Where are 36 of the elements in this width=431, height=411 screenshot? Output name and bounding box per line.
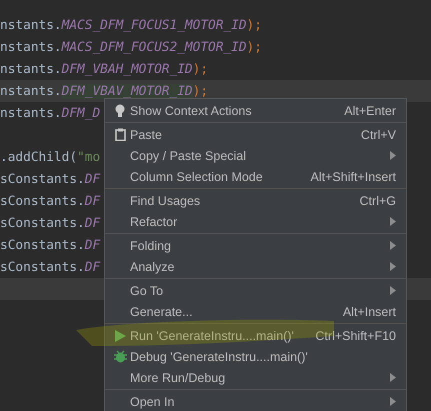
menu-item[interactable]: Find Usages Ctrl+G — [105, 190, 406, 211]
submenu-arrow-icon — [390, 397, 396, 406]
menu-item[interactable]: Paste Ctrl+V — [105, 124, 406, 145]
menu-item[interactable]: Debug 'GenerateInstru....main()' — [105, 346, 406, 367]
menu-item[interactable]: Column Selection Mode Alt+Shift+Insert — [105, 166, 406, 187]
code-line: sConstants.DF — [0, 216, 100, 230]
submenu-arrow-icon — [390, 217, 396, 226]
code-line: sConstants.DF — [0, 194, 100, 208]
code-line: nstants.DFM_VBAV_MOTOR_ID); — [0, 84, 208, 98]
menu-item[interactable]: Folding — [105, 235, 406, 256]
submenu-arrow-icon — [390, 151, 396, 160]
submenu-arrow-icon — [390, 373, 396, 382]
code-line: nstants.MACS_DFM_FOCUS2_MOTOR_ID); — [0, 40, 262, 54]
menu-item[interactable]: Go To — [105, 280, 406, 301]
submenu-arrow-icon — [390, 241, 396, 250]
play-icon — [114, 330, 126, 342]
menu-item[interactable]: Show Context Actions Alt+Enter — [105, 100, 406, 121]
menu-item[interactable]: Open In — [105, 391, 406, 411]
code-line: .addChild("mo — [0, 150, 100, 164]
code-line: nstants.DFM_VBAH_MOTOR_ID); — [0, 62, 208, 76]
code-line: sConstants.DF — [0, 238, 100, 252]
code-line: sConstants.DF — [0, 260, 100, 274]
lightbulb-icon — [115, 104, 125, 118]
submenu-arrow-icon — [390, 286, 396, 295]
code-line: sConstants.DF — [0, 172, 100, 186]
clipboard-icon — [114, 128, 126, 141]
submenu-arrow-icon — [390, 262, 396, 271]
bug-icon — [114, 350, 126, 363]
menu-item[interactable]: Run 'GenerateInstru....main()' Ctrl+Shift+F10 — [105, 325, 406, 346]
code-line: nstants.MACS_DFM_FOCUS1_MOTOR_ID); — [0, 18, 262, 32]
menu-item[interactable]: Generate... Alt+Insert — [105, 301, 406, 322]
menu-item[interactable]: More Run/Debug — [105, 367, 406, 388]
menu-item[interactable]: Refactor — [105, 211, 406, 232]
code-line: nstants.DFM_D — [0, 106, 100, 120]
menu-item[interactable]: Analyze — [105, 256, 406, 277]
menu-item[interactable]: Copy / Paste Special — [105, 145, 406, 166]
